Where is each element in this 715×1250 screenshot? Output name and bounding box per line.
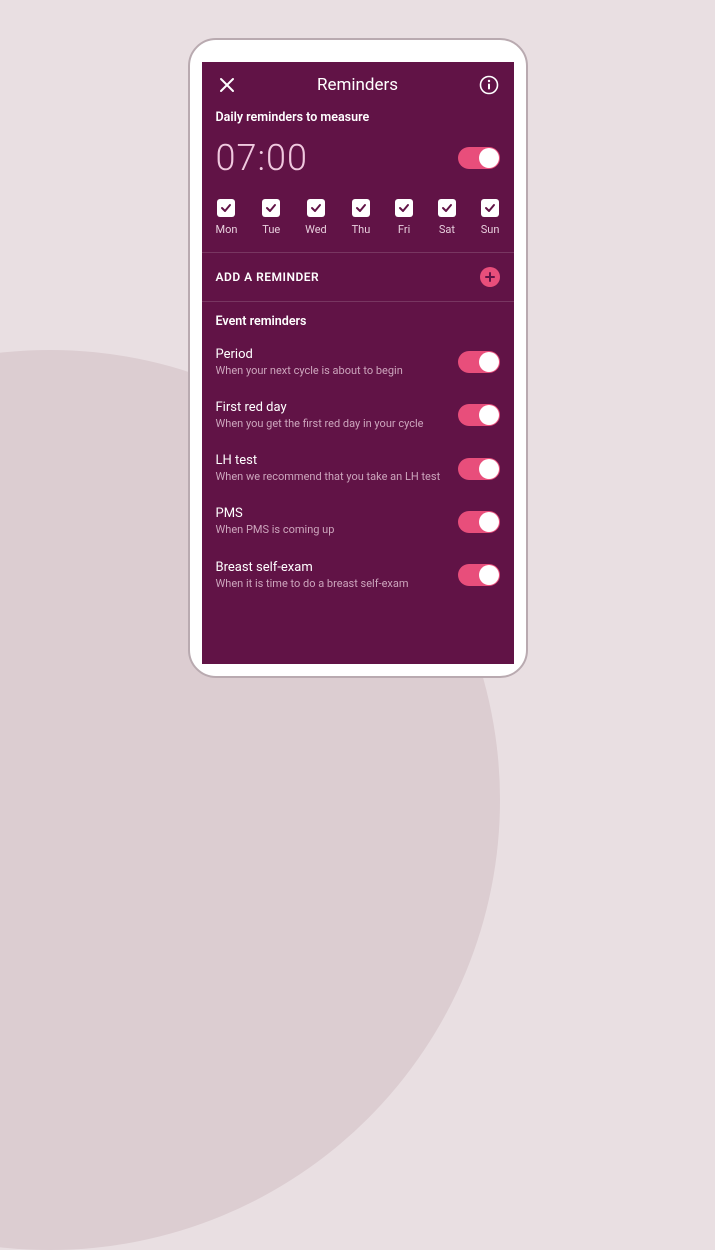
time-row: 07:00 [202, 133, 514, 189]
day-sun[interactable]: Sun [481, 199, 500, 236]
day-label: Mon [216, 223, 238, 236]
daily-section-label: Daily reminders to measure [202, 106, 514, 133]
days-row: Mon Tue Wed Thu Fri Sat [202, 189, 514, 252]
day-thu[interactable]: Thu [352, 199, 371, 236]
checkbox-icon [307, 199, 325, 217]
event-section-label: Event reminders [202, 302, 514, 337]
event-lh-test: LH test When we recommend that you take … [202, 443, 514, 496]
day-mon[interactable]: Mon [216, 199, 238, 236]
close-icon[interactable] [216, 74, 238, 96]
event-breast-self-exam: Breast self-exam When it is time to do a… [202, 550, 514, 603]
day-label: Sat [439, 223, 455, 236]
phone-frame: Reminders Daily reminders to measure 07:… [188, 38, 528, 678]
checkbox-icon [217, 199, 235, 217]
day-label: Tue [262, 223, 280, 236]
event-period: Period When your next cycle is about to … [202, 337, 514, 390]
checkbox-icon [262, 199, 280, 217]
event-toggle-first-red-day[interactable] [458, 404, 500, 426]
reminder-time[interactable]: 07:00 [216, 137, 308, 179]
event-first-red-day: First red day When you get the first red… [202, 390, 514, 443]
day-label: Thu [352, 223, 371, 236]
event-desc: When your next cycle is about to begin [216, 364, 446, 378]
day-fri[interactable]: Fri [395, 199, 413, 236]
event-toggle-period[interactable] [458, 351, 500, 373]
event-toggle-breast-self-exam[interactable] [458, 564, 500, 586]
event-toggle-pms[interactable] [458, 511, 500, 533]
event-toggle-lh-test[interactable] [458, 458, 500, 480]
event-desc: When we recommend that you take an LH te… [216, 470, 446, 484]
event-title: Period [216, 347, 446, 362]
event-title: Breast self-exam [216, 560, 446, 575]
add-reminder-label: ADD A REMINDER [216, 270, 320, 284]
checkbox-icon [438, 199, 456, 217]
checkbox-icon [395, 199, 413, 217]
day-label: Fri [398, 223, 410, 236]
event-pms: PMS When PMS is coming up [202, 496, 514, 549]
info-icon[interactable] [478, 74, 500, 96]
app-screen: Reminders Daily reminders to measure 07:… [202, 62, 514, 664]
plus-icon [480, 267, 500, 287]
event-desc: When PMS is coming up [216, 523, 446, 537]
event-desc: When you get the first red day in your c… [216, 417, 446, 431]
event-desc: When it is time to do a breast self-exam [216, 577, 446, 591]
event-title: First red day [216, 400, 446, 415]
day-wed[interactable]: Wed [305, 199, 327, 236]
checkbox-icon [481, 199, 499, 217]
event-title: PMS [216, 506, 446, 521]
day-sat[interactable]: Sat [438, 199, 456, 236]
event-title: LH test [216, 453, 446, 468]
add-reminder-button[interactable]: ADD A REMINDER [202, 253, 514, 301]
daily-toggle[interactable] [458, 147, 500, 169]
page-title: Reminders [317, 75, 398, 95]
top-bar: Reminders [202, 62, 514, 106]
day-tue[interactable]: Tue [262, 199, 280, 236]
day-label: Wed [305, 223, 327, 236]
checkbox-icon [352, 199, 370, 217]
day-label: Sun [481, 223, 500, 236]
